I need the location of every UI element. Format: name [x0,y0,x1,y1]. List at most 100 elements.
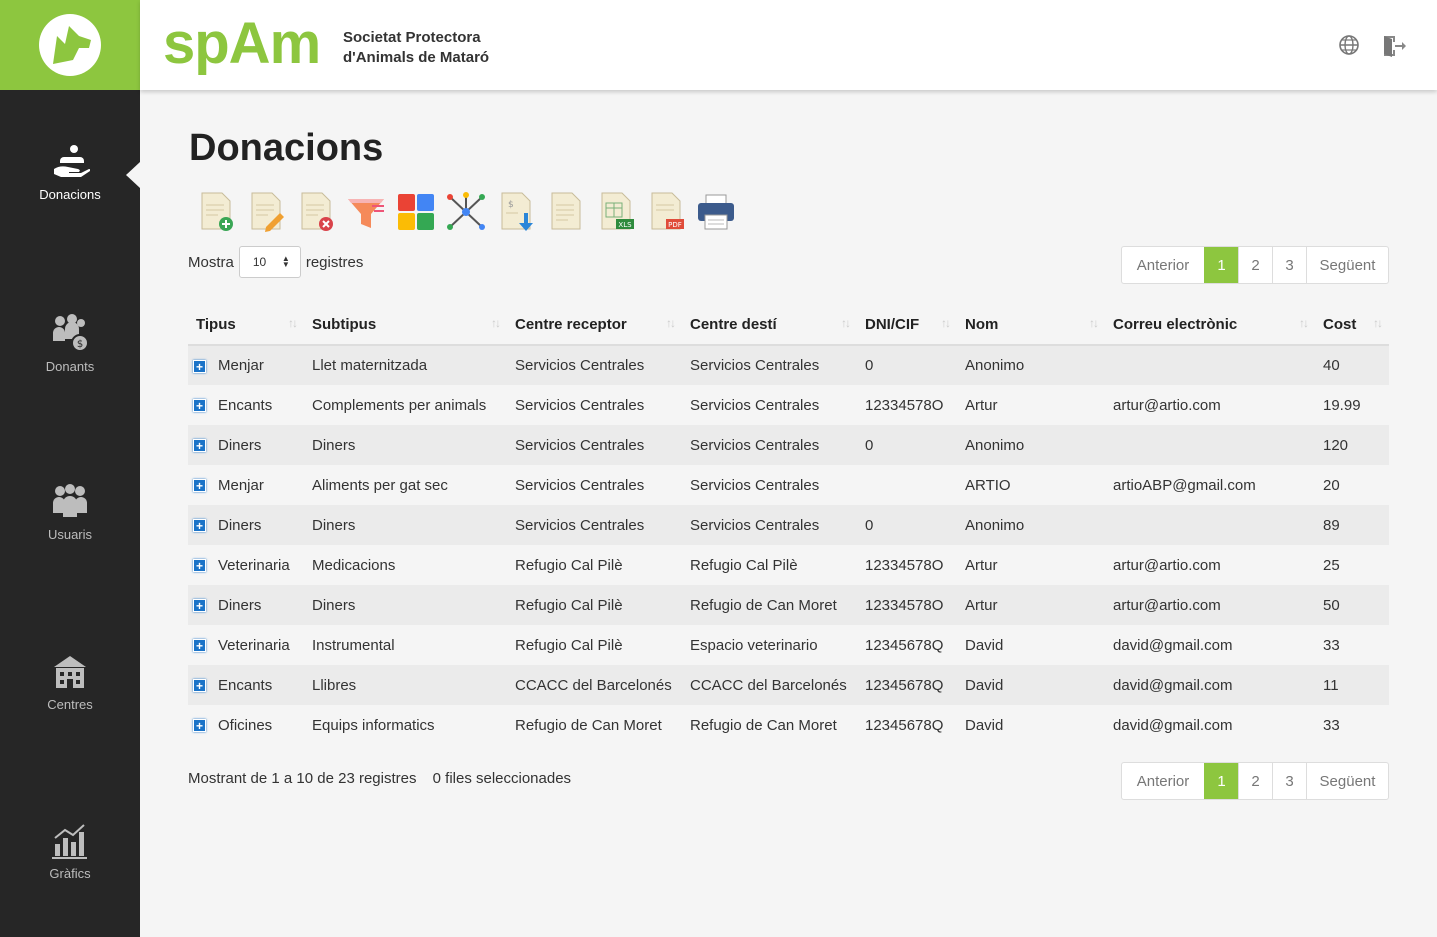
expand-row-icon[interactable]: + [193,359,206,373]
expand-row-icon[interactable]: + [193,519,206,533]
cell-value: Encants [218,676,273,694]
pagination-page-1[interactable]: 1 [1204,763,1238,799]
expand-row-icon[interactable]: + [193,599,206,613]
table-cell: David [957,625,1105,665]
table-row[interactable]: + Menjar Llet maternitzada Servicios Centra… [188,345,1389,385]
table-cell: Artur [957,545,1105,585]
page-length-select[interactable]: 10 ▲ ▼ [238,246,301,278]
cell-value: Refugio de Can Moret [690,596,837,614]
table-row[interactable]: + Veterinaria Instrumental Refugio Cal Pilè… [188,625,1389,665]
logout-icon[interactable] [1381,34,1407,58]
logo[interactable] [0,0,140,90]
table-cell: Llet maternitzada [304,345,507,385]
columns-button[interactable] [391,190,441,234]
pagination-next[interactable]: Següent [1306,763,1388,799]
building-icon [54,656,86,688]
sidebar-item-donacions[interactable]: Donacions [0,143,140,202]
cell-value: artur@artio.com [1113,596,1221,614]
column-header[interactable]: Subtipus ↑↓ [304,305,507,346]
import-button[interactable]: $ [491,190,541,234]
table-cell: Refugio de Can Moret [507,705,682,745]
expand-row-icon[interactable]: + [193,439,206,453]
pagination-page-3[interactable]: 3 [1272,247,1306,283]
sidebar-item-label: Gràfics [49,866,91,881]
delete-button[interactable] [291,190,341,234]
brand-logo-text: spAm [163,11,321,76]
cell-value: 12345678Q [865,716,944,734]
expand-row-icon[interactable]: + [193,479,206,493]
table-cell [1105,425,1315,465]
column-header[interactable]: Centre receptor ↑↓ [507,305,682,346]
column-header[interactable]: Centre destí ↑↓ [682,305,857,346]
table-row[interactable]: + Oficines Equips informatics Refugio de Ca… [188,705,1389,745]
edit-button[interactable] [241,190,291,234]
cell-value: Menjar [218,476,264,494]
table-header-row: Tipus ↑↓ Subtipus ↑↓ Centre receptor ↑↓ Centre… [188,305,1389,346]
column-header[interactable]: Tipus ↑↓ [188,305,304,346]
cell-value: 12334578O [865,596,944,614]
expand-row-icon[interactable]: + [193,399,206,413]
selected-info: 0 files seleccionades [432,770,572,787]
print-button[interactable] [691,190,741,234]
table-row[interactable]: + Menjar Aliments per gat sec Servicios Cen… [188,465,1389,505]
pagination-page-1[interactable]: 1 [1204,247,1238,283]
table-row[interactable]: + Encants Complements per animals Servicios… [188,385,1389,425]
pagination-page-2[interactable]: 2 [1238,247,1272,283]
table-cell: Servicios Centrales [682,505,857,545]
expand-row-icon[interactable]: + [193,559,206,573]
pagination-next[interactable]: Següent [1306,247,1388,283]
table-row[interactable]: + Diners Diners Servicios Centrales Servicio… [188,505,1389,545]
table-cell: David [957,665,1105,705]
records-info: Mostrant de 1 a 10 de 23 registres [188,770,417,787]
table-cell: artioABP@gmail.com [1105,465,1315,505]
pagination-page-2[interactable]: 2 [1238,763,1272,799]
sidebar-item-grafics[interactable]: Gràfics [0,822,140,881]
cell-value: 0 [865,357,874,374]
cell-value: Refugio Cal Pilè [515,596,623,614]
export-pdf-button[interactable]: PDF [641,190,691,234]
pagination-previous[interactable]: Anterior [1122,247,1204,283]
column-header[interactable]: DNI/CIF ↑↓ [857,305,957,346]
cell-value: Servicios Centrales [515,516,645,534]
table-cell: Refugio Cal Pilè [507,625,682,665]
sort-arrows-icon: ↑↓ [941,316,951,330]
cell-value: Artur [965,596,998,614]
xls-export-icon: XLS [601,192,634,230]
export-xls-button[interactable]: XLS [591,190,641,234]
cell-value: 12345678Q [865,676,944,694]
globe-icon[interactable] [1338,34,1360,56]
table-row[interactable]: + Encants Llibres CCACC del Barcelonés CCACC… [188,665,1389,705]
sidebar-item-usuaris[interactable]: Usuaris [0,483,140,542]
add-button[interactable] [191,190,241,234]
table-cell: david@gmail.com [1105,665,1315,705]
expand-row-icon[interactable]: + [193,719,206,733]
column-header[interactable]: Nom ↑↓ [957,305,1105,346]
pagination-page-3[interactable]: 3 [1272,763,1306,799]
filter-button[interactable] [341,190,391,234]
table-cell: 33 [1315,625,1389,665]
pagination-previous[interactable]: Anterior [1122,763,1204,799]
sort-arrows-icon: ↑↓ [1089,316,1099,330]
cell-value: 12334578O [865,556,944,574]
cell-value: Refugio de Can Moret [515,716,662,734]
table-row[interactable]: + Veterinaria Medicacions Refugio Cal Pilè R… [188,545,1389,585]
expand-row-icon[interactable]: + [193,679,206,693]
table-row[interactable]: + Diners Diners Refugio Cal Pilè Refugio de … [188,585,1389,625]
column-header[interactable]: Cost ↑↓ [1315,305,1389,346]
pagination-top: Anterior 1 2 3 Següent [1121,246,1389,284]
pagination-bottom: Anterior 1 2 3 Següent [1121,762,1389,800]
column-header[interactable]: Correu electrònic ↑↓ [1105,305,1315,346]
table-row[interactable]: + Diners Diners Servicios Centrales Servicio… [188,425,1389,465]
svg-text:XLS: XLS [618,221,632,229]
sidebar-item-donants[interactable]: $ Donants [0,313,140,374]
relations-button[interactable] [441,190,491,234]
dog-logo-icon [39,14,101,76]
document-button[interactable] [541,190,591,234]
table-cell: Servicios Centrales [507,465,682,505]
sidebar-item-centres[interactable]: Centres [0,653,140,712]
donations-table: Tipus ↑↓ Subtipus ↑↓ Centre receptor ↑↓ Centre… [188,305,1389,745]
table-cell: Servicios Centrales [507,345,682,385]
expand-row-icon[interactable]: + [193,639,206,653]
table-cell: 40 [1315,345,1389,385]
cell-value: 89 [1323,516,1340,534]
